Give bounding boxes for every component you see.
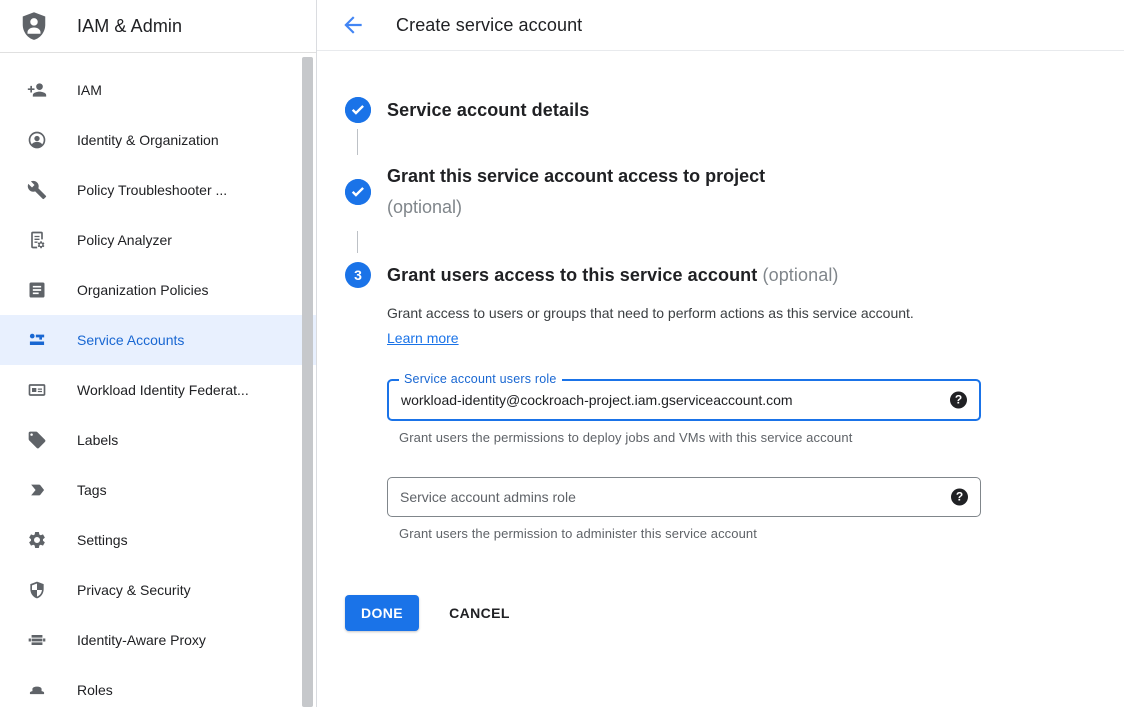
policy-analyzer-icon [27, 230, 47, 250]
step-2-title: Grant this service account access to pro… [387, 161, 765, 192]
description-text: Grant access to users or groups that nee… [387, 305, 914, 321]
help-icon[interactable]: ? [950, 392, 967, 409]
step-3-number-badge: 3 [345, 262, 371, 288]
sidebar-item-policy-analyzer[interactable]: Policy Analyzer [0, 215, 316, 265]
step-3-title: Grant users access to this service accou… [387, 265, 757, 285]
person-add-icon [27, 80, 47, 100]
sidebar-item-organization-policies[interactable]: Organization Policies [0, 265, 316, 315]
sidebar-item-label: Policy Analyzer [77, 232, 172, 248]
iam-shield-icon [19, 11, 49, 41]
admins-role-input[interactable] [388, 478, 980, 516]
sidebar-item-iam[interactable]: IAM [0, 65, 316, 115]
page-header: Create service account [317, 0, 1124, 51]
step-2-header[interactable]: Grant this service account access to pro… [345, 161, 1124, 223]
hat-icon [27, 680, 47, 700]
step-1-title: Service account details [387, 97, 589, 123]
sidebar-item-label: Identity-Aware Proxy [77, 632, 206, 648]
learn-more-link[interactable]: Learn more [387, 330, 459, 346]
users-role-helper-text: Grant users the permissions to deploy jo… [399, 430, 1124, 445]
step-3-optional-label: (optional) [762, 265, 838, 285]
users-role-field-label: Service account users role [399, 372, 562, 386]
users-role-input[interactable] [389, 381, 979, 419]
sidebar-item-label: Privacy & Security [77, 582, 191, 598]
sidebar-item-policy-troubleshooter[interactable]: Policy Troubleshooter ... [0, 165, 316, 215]
sidebar-scrollbar-thumb[interactable] [302, 57, 313, 707]
step-1-header[interactable]: Service account details [345, 97, 1124, 123]
sidebar-item-settings[interactable]: Settings [0, 515, 316, 565]
sidebar-item-label: Settings [77, 532, 128, 548]
wrench-icon [27, 180, 47, 200]
step-connector [357, 129, 358, 155]
main-panel: Create service account Service account d… [317, 0, 1124, 707]
sidebar-item-label: IAM [77, 82, 102, 98]
done-button[interactable]: DONE [345, 595, 419, 631]
sidebar-item-label: Identity & Organization [77, 132, 219, 148]
admins-role-helper-text: Grant users the permission to administer… [399, 526, 1124, 541]
sidebar-item-label: Policy Troubleshooter ... [77, 182, 227, 198]
sidebar-item-label: Workload Identity Federat... [77, 382, 249, 398]
gear-icon [27, 530, 47, 550]
sidebar-item-tags[interactable]: Tags [0, 465, 316, 515]
badge-card-icon [27, 380, 47, 400]
cancel-button[interactable]: CANCEL [449, 605, 510, 621]
stepper: Service account details Grant this servi… [317, 51, 1124, 631]
sidebar-item-label: Labels [77, 432, 118, 448]
service-account-key-icon [27, 330, 47, 350]
sidebar-item-label: Tags [77, 482, 107, 498]
step-1-check-icon [345, 97, 371, 123]
step-2-check-icon [345, 179, 371, 205]
form-actions: DONE CANCEL [345, 595, 1124, 631]
proxy-chip-icon [27, 630, 47, 650]
sidebar-header: IAM & Admin [0, 0, 316, 53]
sidebar-item-label: Service Accounts [77, 332, 184, 348]
help-icon[interactable]: ? [951, 489, 968, 506]
sidebar-item-privacy-security[interactable]: Privacy & Security [0, 565, 316, 615]
sidebar-item-identity-aware-proxy[interactable]: Identity-Aware Proxy [0, 615, 316, 665]
back-arrow-icon[interactable] [340, 12, 366, 38]
service-account-users-role-field: Service account users role ? [387, 379, 981, 421]
step-2-optional-label: (optional) [387, 192, 765, 223]
sidebar-nav: IAM Identity & Organization Policy Troub… [0, 53, 316, 707]
page-title: Create service account [396, 15, 582, 36]
account-circle-icon [27, 130, 47, 150]
sidebar-item-service-accounts[interactable]: Service Accounts [0, 315, 316, 365]
step-3-header[interactable]: 3 Grant users access to this service acc… [345, 262, 1124, 288]
step-connector [357, 231, 358, 253]
label-tag-icon [27, 430, 47, 450]
product-title: IAM & Admin [77, 16, 182, 37]
sidebar-item-label: Roles [77, 682, 113, 698]
step-3-description: Grant access to users or groups that nee… [387, 301, 947, 351]
document-icon [27, 280, 47, 300]
sidebar-item-roles[interactable]: Roles [0, 665, 316, 707]
sidebar: IAM & Admin IAM Identity & Organization … [0, 0, 317, 707]
shield-half-icon [27, 580, 47, 600]
tag-arrow-icon [27, 480, 47, 500]
sidebar-item-workload-identity-federation[interactable]: Workload Identity Federat... [0, 365, 316, 415]
service-account-admins-role-field: ? [387, 477, 981, 517]
sidebar-item-identity-organization[interactable]: Identity & Organization [0, 115, 316, 165]
sidebar-item-labels[interactable]: Labels [0, 415, 316, 465]
sidebar-item-label: Organization Policies [77, 282, 209, 298]
